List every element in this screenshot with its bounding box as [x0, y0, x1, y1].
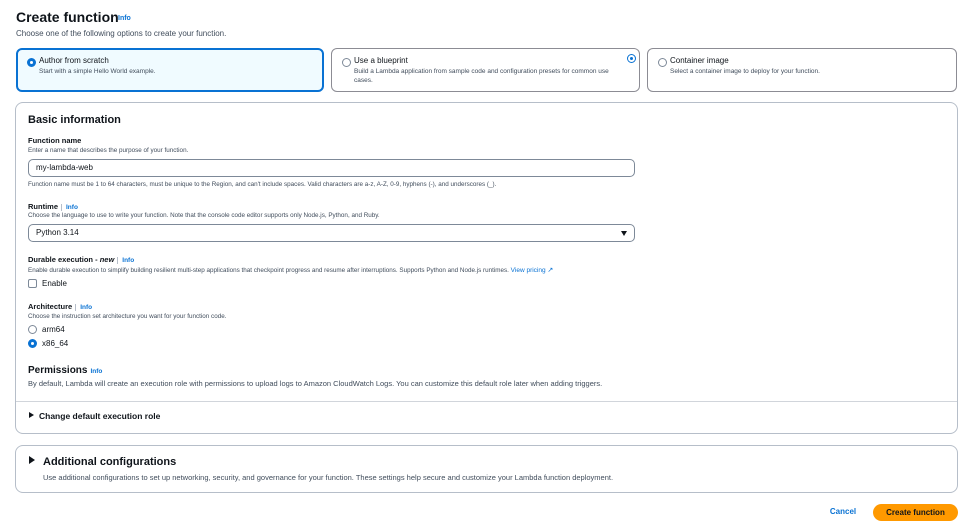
radio-author-from-scratch[interactable]	[27, 58, 36, 67]
durable-execution-label: Durable execution - new Info	[28, 255, 135, 264]
permissions-heading: Permissions Info	[28, 365, 103, 376]
permissions-info-link[interactable]: Info	[90, 368, 102, 375]
durable-enable-label: Enable	[42, 279, 67, 288]
durable-info-link[interactable]: Info	[117, 257, 135, 264]
runtime-info-link[interactable]: Info	[61, 204, 78, 211]
basic-information-heading: Basic information	[28, 114, 121, 126]
caret-right-icon	[29, 456, 35, 464]
option-title: Author from scratch	[39, 56, 109, 65]
option-title: Container image	[670, 56, 729, 65]
additional-configurations-panel: Additional configurations Use additional…	[15, 445, 958, 493]
page-subtitle: Choose one of the following options to c…	[16, 29, 227, 38]
durable-execution-description: Enable durable execution to simplify bui…	[28, 267, 554, 274]
option-title: Use a blueprint	[354, 56, 408, 65]
function-name-constraint: Function name must be 1 to 64 characters…	[28, 181, 497, 188]
runtime-select[interactable]: Python 3.14	[28, 224, 635, 242]
basic-information-panel: Basic information Function name Enter a …	[15, 102, 958, 434]
option-description: Select a container image to deploy for y…	[670, 68, 820, 75]
durable-enable-checkbox[interactable]	[28, 279, 37, 288]
title-info-link[interactable]: Info	[118, 15, 131, 22]
architecture-info-link[interactable]: Info	[75, 304, 93, 311]
radio-arm64[interactable]	[28, 325, 37, 334]
runtime-label: Runtime Info	[28, 202, 78, 211]
arm64-label: arm64	[42, 325, 65, 334]
architecture-description: Choose the instruction set architecture …	[28, 313, 227, 320]
function-name-label: Function name	[28, 136, 82, 145]
option-author-from-scratch[interactable]: Author from scratch Start with a simple …	[16, 48, 324, 92]
runtime-description: Choose the language to use to write your…	[28, 212, 380, 219]
architecture-label: Architecture Info	[28, 302, 93, 311]
x86-64-label: x86_64	[42, 339, 69, 348]
radio-container-image[interactable]	[658, 58, 667, 67]
create-function-button[interactable]: Create function	[873, 504, 958, 521]
radio-x86-64[interactable]	[28, 339, 37, 348]
additional-configurations-expander[interactable]: Additional configurations	[29, 456, 176, 468]
caret-down-icon	[621, 231, 627, 236]
function-name-description: Enter a name that describes the purpose …	[28, 147, 189, 154]
additional-configurations-description: Use additional configurations to set up …	[43, 473, 614, 482]
option-description: Build a Lambda application from sample c…	[354, 68, 609, 84]
permissions-description: By default, Lambda will create an execut…	[28, 379, 603, 388]
section-divider	[16, 401, 957, 402]
page-title: Create function	[16, 9, 119, 25]
runtime-selected-value: Python 3.14	[36, 228, 79, 237]
external-link-icon: ↗	[547, 267, 554, 274]
radio-use-a-blueprint[interactable]	[342, 58, 351, 67]
function-name-input[interactable]: my-lambda-web	[28, 159, 635, 177]
view-pricing-link[interactable]: View pricing	[511, 267, 546, 274]
option-container-image[interactable]: Container image Select a container image…	[647, 48, 957, 92]
radio-indicator-icon	[627, 54, 636, 63]
option-use-a-blueprint[interactable]: Use a blueprint Build a Lambda applicati…	[331, 48, 640, 92]
option-description: Start with a simple Hello World example.	[39, 68, 156, 75]
cancel-button[interactable]: Cancel	[821, 504, 865, 520]
caret-right-icon	[29, 412, 34, 418]
change-execution-role-expander[interactable]: Change default execution role	[29, 411, 160, 421]
